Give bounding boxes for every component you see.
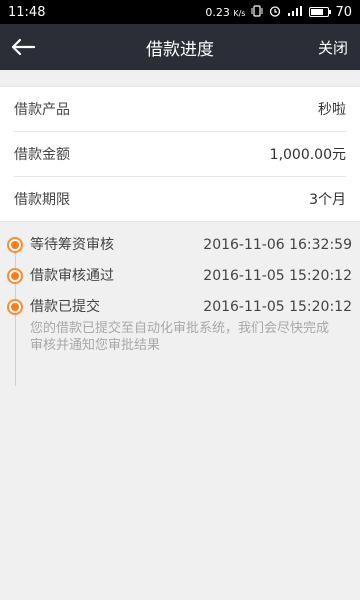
timeline-item-time: 2016-11-06 16:32:59 [203,237,352,253]
status-bar: 11:48 0.23 K/s 70 [0,0,360,24]
timeline-item: 借款审核通过 2016-11-05 15:20:12 [0,265,360,287]
alarm-icon [269,5,281,19]
signal-icon [287,5,303,19]
timeline-dot-icon [7,299,23,315]
timeline-item: 借款已提交 2016-11-05 15:20:12 您的借款已提交至自动化审批系… [0,296,360,354]
back-arrow-icon [11,38,36,56]
timeline-item-title: 借款已提交 [30,299,100,315]
timeline-item-time: 2016-11-05 15:20:12 [203,299,352,315]
page-title: 借款进度 [146,39,214,60]
timeline-item-time: 2016-11-05 15:20:12 [203,268,352,284]
loan-amount-label: 借款金额 [14,147,70,163]
timeline-item: 等待筹资审核 2016-11-06 16:32:59 [0,234,360,256]
timeline-item-title: 借款审核通过 [30,268,114,284]
loan-amount-row: 借款金额 1,000.00元 [14,132,346,177]
status-time: 11:48 [8,4,46,20]
battery-icon [309,7,332,17]
loan-info-card: 借款产品 秒啦 借款金额 1,000.00元 借款期限 3个月 [0,86,360,222]
net-speed: 0.23 K/s [205,5,246,19]
status-icons: 0.23 K/s 70 [205,5,352,20]
battery-level: 70 [335,4,352,20]
loan-term-value: 3个月 [309,192,346,208]
loan-term-row: 借款期限 3个月 [14,177,346,221]
loan-term-label: 借款期限 [14,192,70,208]
progress-timeline: 等待筹资审核 2016-11-06 16:32:59 借款审核通过 2016-1… [0,222,360,402]
back-button[interactable] [10,27,50,67]
close-button[interactable]: 关闭 [316,31,350,64]
timeline-dot-icon [7,237,23,253]
loan-product-value: 秒啦 [318,102,346,118]
navigation-bar: 借款进度 关闭 [0,24,360,70]
loan-product-row: 借款产品 秒啦 [14,87,346,132]
vibrate-icon [251,5,263,19]
timeline-dot-icon [7,268,23,284]
loan-product-label: 借款产品 [14,102,70,118]
timeline-item-description: 您的借款已提交至自动化审批系统，我们会尽快完成审核并通知您审批结果 [30,321,330,353]
loan-amount-value: 1,000.00元 [269,147,346,163]
timeline-item-title: 等待筹资审核 [30,237,114,253]
